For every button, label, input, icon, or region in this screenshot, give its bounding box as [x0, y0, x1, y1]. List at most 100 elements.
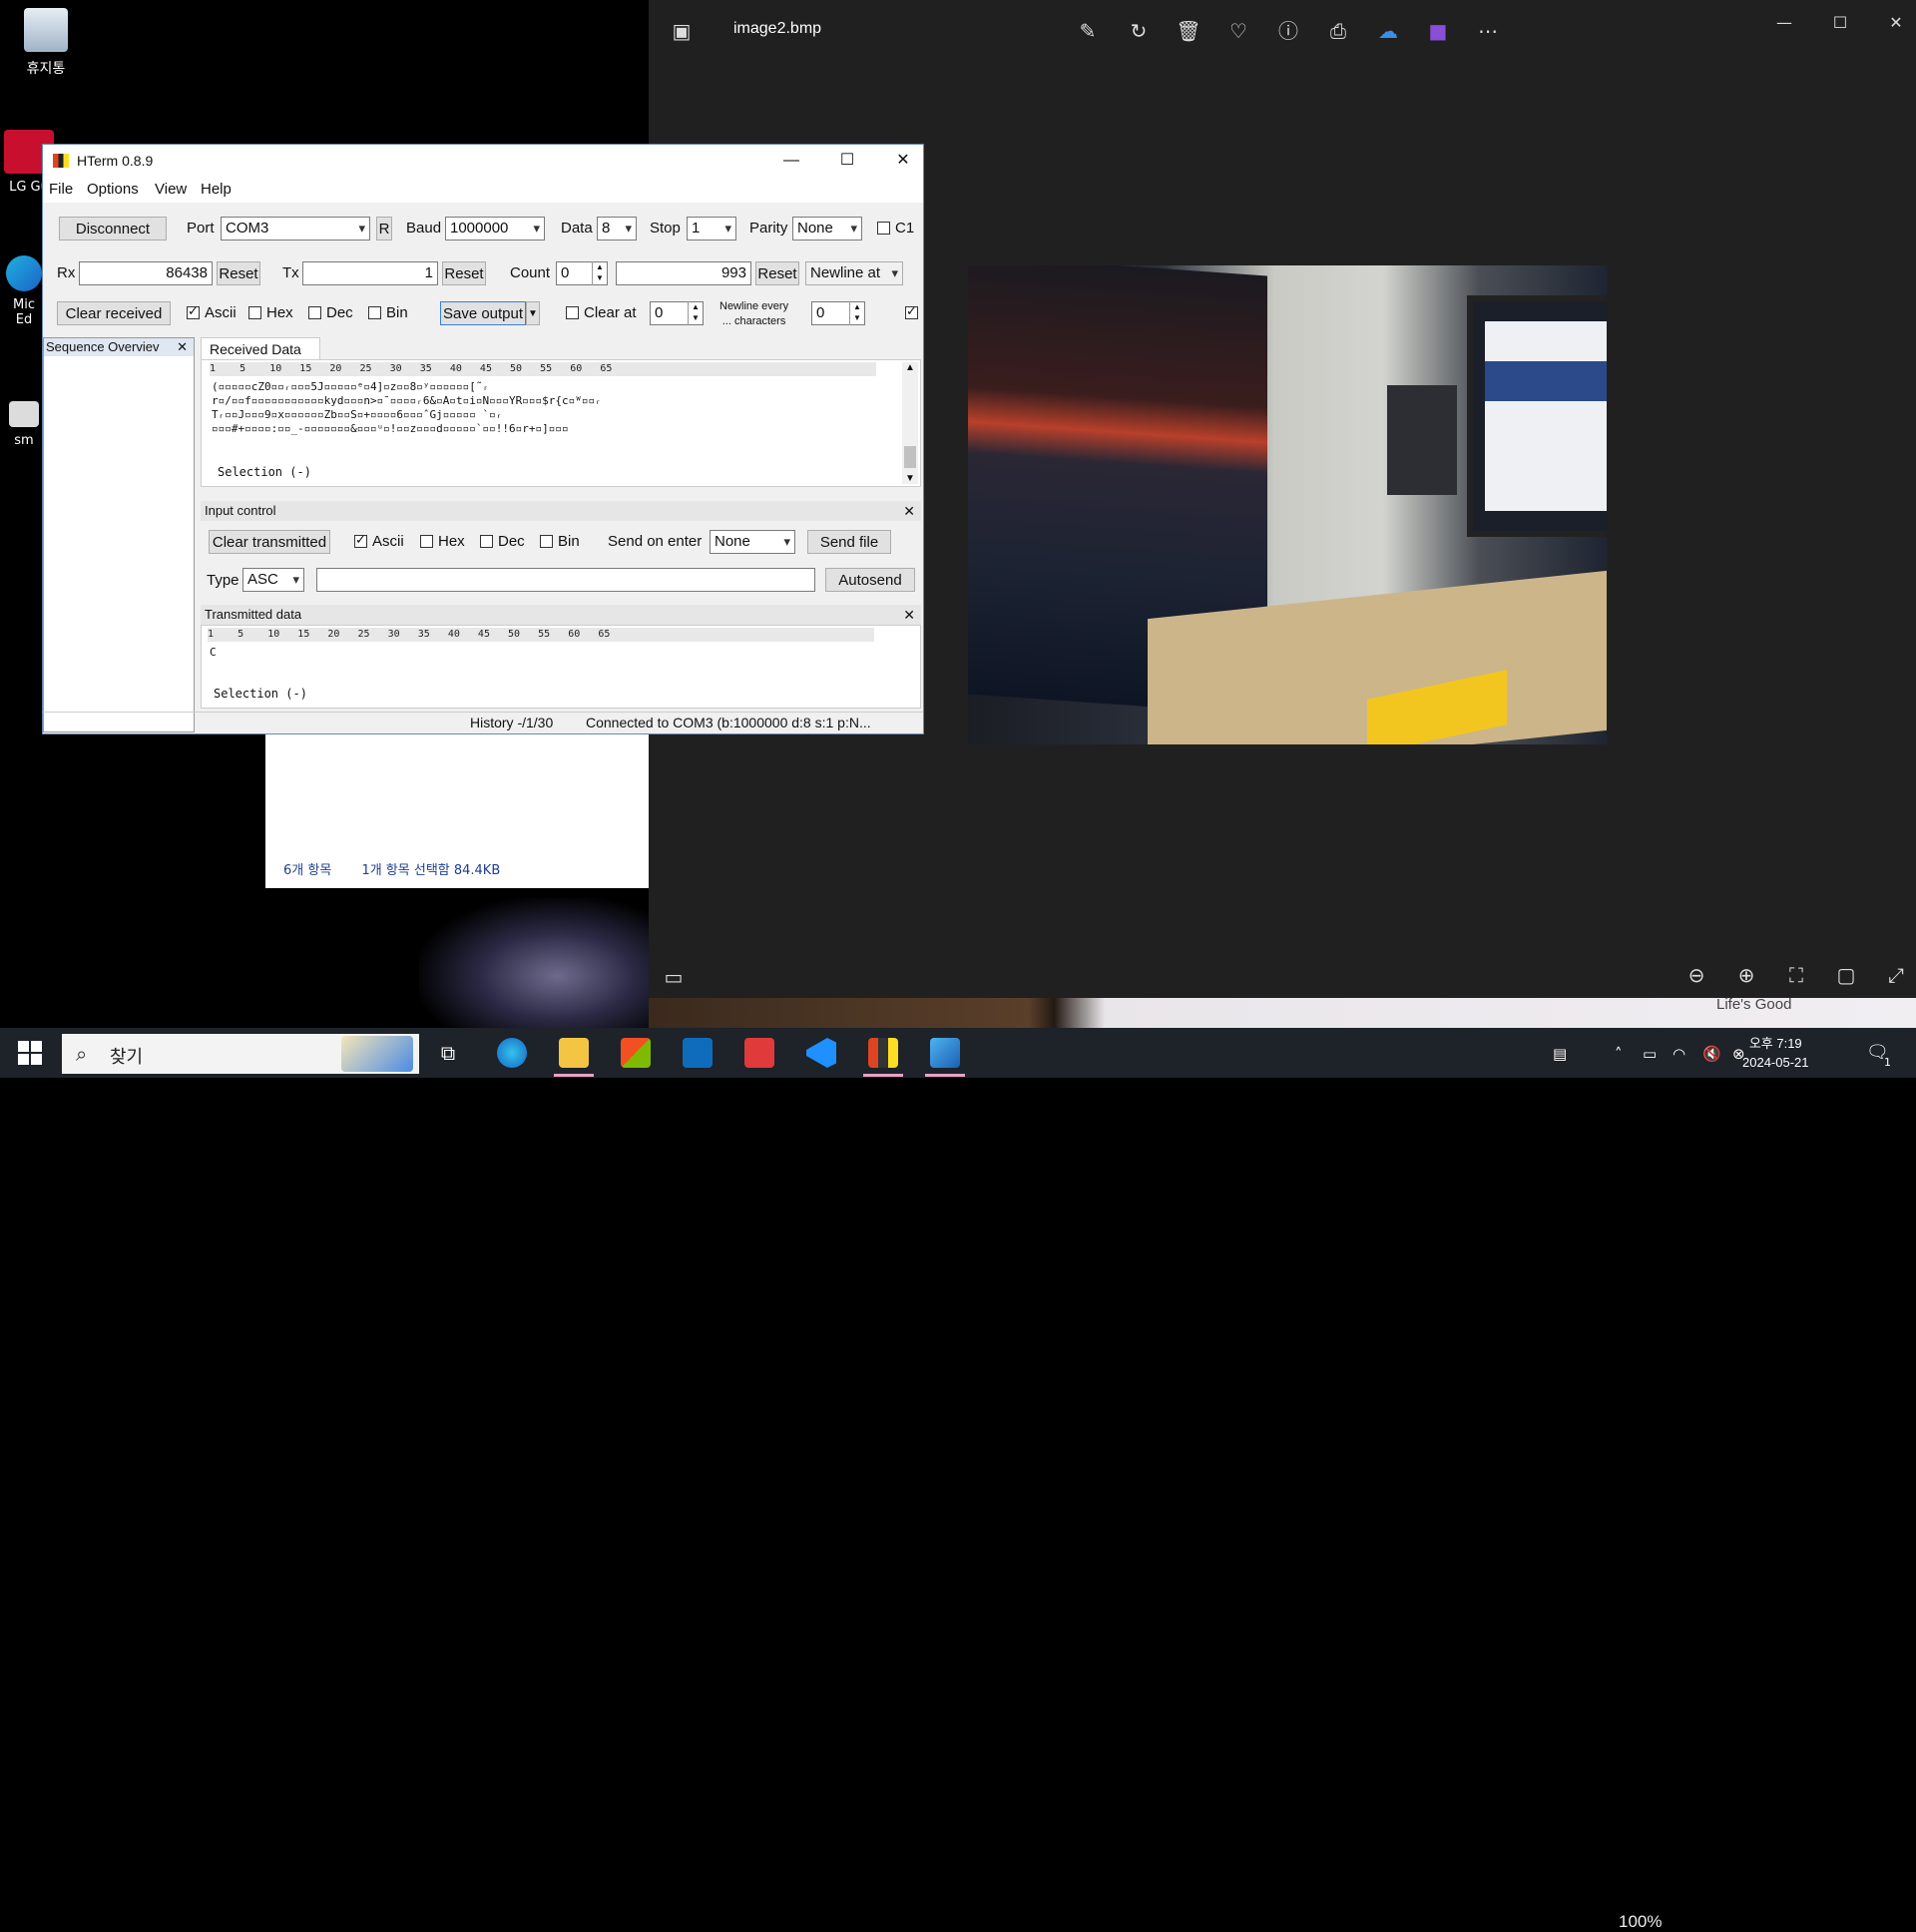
clear-transmitted-button[interactable]: Clear transmitted [209, 530, 330, 554]
count-spinner[interactable]: ▲ ▼ [592, 261, 607, 285]
tx-ascii-checkbox[interactable] [354, 532, 367, 548]
send-input-field[interactable] [316, 568, 815, 592]
rx-dec-checkbox[interactable] [308, 306, 321, 319]
menu-file[interactable]: File [49, 181, 73, 198]
taskbar-search-box[interactable]: ⌕ 찾기 [62, 1034, 419, 1074]
battery-icon[interactable]: ▭ [1643, 1045, 1657, 1063]
gallery-icon[interactable]: ▣ [669, 18, 695, 44]
fit-to-window-icon[interactable]: ⛶ [1783, 962, 1809, 988]
hterm-menubar: File Options View Help [43, 177, 923, 203]
minimize-icon[interactable]: — [1764, 10, 1804, 36]
newline-every-spinner[interactable]: ▲ ▼ [849, 301, 864, 325]
type-select[interactable]: ASC [242, 568, 304, 592]
rx-ascii-checkbox[interactable] [187, 303, 200, 319]
reset-rx-button[interactable]: Reset [217, 261, 260, 285]
receive-toolbar: Clear received Ascii Hex Dec Bin Save ou… [43, 300, 923, 337]
taskbar-clock[interactable]: 오후 7:19 2024-05-21 [1742, 1034, 1809, 1072]
close-icon[interactable]: ✕ [177, 338, 188, 356]
chevron-up-icon[interactable]: ˄ [1615, 1045, 1623, 1063]
rx-label: Rx [57, 264, 76, 281]
save-output-dropdown-icon[interactable]: ▼ [526, 301, 540, 325]
start-button[interactable] [18, 1041, 42, 1065]
tx-counter: 1 [302, 261, 438, 285]
maximize-icon[interactable]: ☐ [827, 149, 867, 173]
clear-at-input[interactable]: 0 ▲ ▼ [650, 301, 704, 325]
delete-icon[interactable]: 🗑 [1176, 18, 1201, 44]
print-icon[interactable]: ⎙ [1325, 18, 1351, 44]
reset-tx-button[interactable]: Reset [442, 261, 486, 285]
task-view-icon[interactable]: ⧉ [433, 1038, 463, 1068]
parity-select[interactable]: None [792, 217, 862, 241]
c1-checkbox[interactable] [877, 222, 890, 235]
fullscreen-icon[interactable]: ⤢ [1883, 962, 1909, 988]
scroll-thumb[interactable] [904, 446, 916, 468]
actual-size-icon[interactable]: ▢ [1833, 962, 1859, 988]
transmitted-data-area[interactable]: 1 5 10 15 20 25 30 35 40 45 50 55 60 65 … [201, 625, 921, 709]
clear-received-button[interactable]: Clear received [57, 301, 171, 325]
send-file-button[interactable]: Send file [807, 530, 891, 554]
hterm-taskbar-icon[interactable] [868, 1038, 898, 1068]
network-icon[interactable]: ◠ [1673, 1045, 1685, 1063]
refresh-ports-button[interactable]: R [376, 217, 392, 241]
menu-view[interactable]: View [155, 181, 187, 198]
received-data-tab[interactable]: Received Data [201, 337, 320, 359]
photos-taskbar-icon[interactable] [930, 1038, 960, 1068]
favorite-icon[interactable]: ♡ [1225, 18, 1251, 44]
menu-help[interactable]: Help [201, 181, 232, 198]
onedrive-icon[interactable]: ☁ [1375, 18, 1401, 44]
count-input[interactable]: 0 ▲ ▼ [556, 261, 608, 285]
scroll-up-icon[interactable]: ▲ [902, 362, 918, 373]
newline-every-label-line2: ... characters [721, 315, 786, 327]
stop-bits-select[interactable]: 1 [687, 217, 736, 241]
rx-hex-checkbox[interactable] [248, 306, 261, 319]
port-select[interactable]: COM3 [221, 217, 370, 241]
filmstrip-icon[interactable]: ▭ [661, 964, 687, 990]
tx-hex-checkbox[interactable] [420, 535, 433, 548]
autosend-button[interactable]: Autosend [825, 568, 915, 592]
maximize-icon[interactable]: ☐ [1820, 10, 1860, 36]
zoom-in-icon[interactable]: ⊕ [1733, 962, 1759, 988]
minimize-icon[interactable]: — [771, 149, 811, 173]
mail-taskbar-icon[interactable] [683, 1038, 713, 1068]
store-taskbar-icon[interactable] [621, 1038, 651, 1068]
disconnect-button[interactable]: Disconnect [59, 217, 167, 241]
received-scrollbar[interactable]: ▲ ▼ [902, 362, 918, 484]
app-taskbar-icon[interactable] [744, 1038, 774, 1068]
clear-at-checkbox[interactable] [566, 306, 579, 319]
close-icon[interactable]: ✕ [883, 149, 923, 173]
clear-at-spinner[interactable]: ▲ ▼ [688, 301, 703, 325]
save-output-button[interactable]: Save output [440, 301, 526, 325]
close-icon[interactable]: ✕ [903, 605, 915, 625]
edge-taskbar-icon[interactable] [497, 1038, 527, 1068]
data-bits-select[interactable]: 8 [597, 217, 637, 241]
send-on-enter-select[interactable]: None [710, 530, 795, 554]
reset-count-button[interactable]: Reset [755, 261, 799, 285]
clipchamp-icon[interactable]: ■ [1425, 18, 1451, 44]
rotate-icon[interactable]: ↻ [1126, 18, 1152, 44]
edit-icon[interactable]: ✎ [1075, 18, 1101, 44]
info-icon[interactable]: ⓘ [1275, 18, 1301, 44]
desktop-icon-edge[interactable]: Mic Ed [4, 255, 44, 327]
zoom-out-icon[interactable]: ⊖ [1683, 962, 1709, 988]
menu-options[interactable]: Options [87, 181, 139, 198]
scroll-down-icon[interactable]: ▼ [902, 473, 918, 484]
rx-bin-checkbox[interactable] [368, 306, 381, 319]
more-icon[interactable]: ⋯ [1475, 18, 1501, 44]
baud-select[interactable]: 1000000 [445, 217, 545, 241]
desktop-icon-sm[interactable]: sm [4, 401, 44, 448]
tx-bin-checkbox[interactable] [540, 535, 553, 548]
background-brand-text: Life's Good [1716, 996, 1792, 1013]
desktop-icon-recycle-bin[interactable]: 휴지통 [6, 8, 86, 78]
file-explorer-active-indicator [554, 1074, 594, 1077]
notification-count: 1 [1884, 1056, 1891, 1069]
received-data-area[interactable]: 1 5 10 15 20 25 30 35 40 45 50 55 60 65 … [201, 359, 921, 487]
file-explorer-taskbar-icon[interactable] [559, 1038, 589, 1068]
newline-every-checkbox[interactable] [905, 303, 918, 319]
newline-every-input[interactable]: 0 ▲ ▼ [811, 301, 865, 325]
volume-muted-icon[interactable]: 🔇 [1702, 1045, 1721, 1063]
close-icon[interactable]: ✕ [903, 501, 915, 521]
close-icon[interactable]: ✕ [1876, 10, 1916, 36]
newline-at-select[interactable]: Newline at [805, 261, 903, 285]
news-widget-icon[interactable]: ▤ [1553, 1045, 1567, 1063]
tx-dec-checkbox[interactable] [480, 535, 493, 548]
